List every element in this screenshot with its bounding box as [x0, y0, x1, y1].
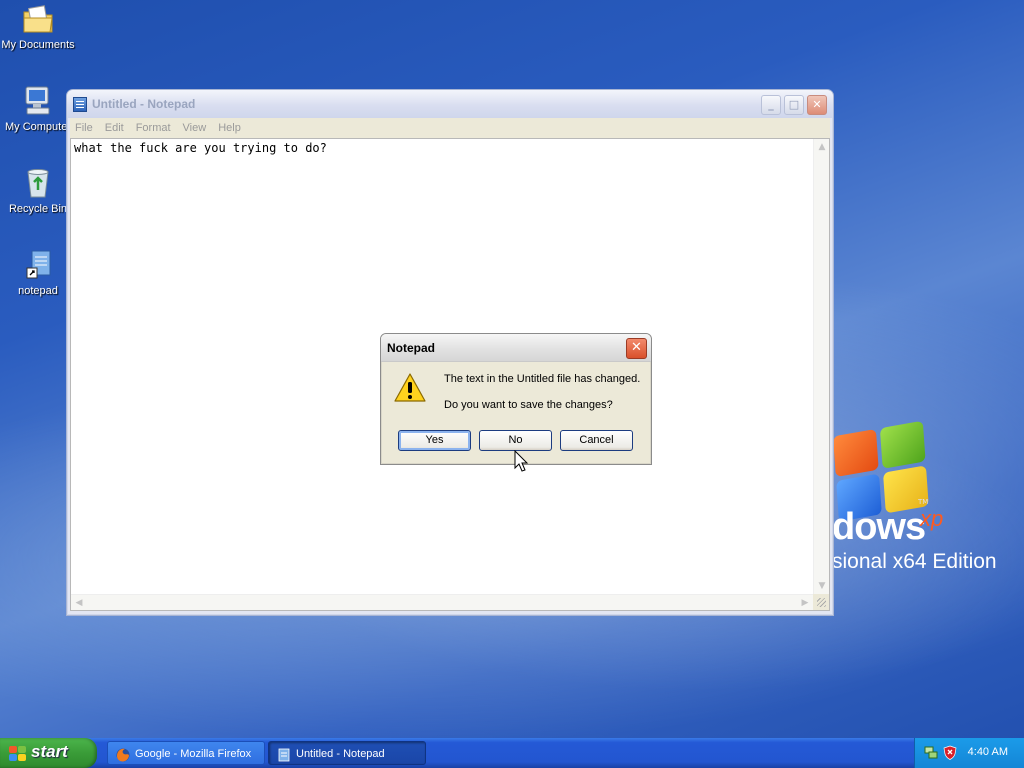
desktop-icon-notepad[interactable]: notepad: [0, 248, 76, 297]
no-button[interactable]: No: [479, 430, 552, 451]
windows-flag-icon: [9, 746, 26, 761]
menu-file[interactable]: File: [75, 122, 93, 134]
dialog-message-line1: The text in the Untitled file has change…: [444, 373, 641, 385]
folder-documents-icon: [21, 2, 55, 36]
mouse-cursor-icon: [514, 449, 530, 474]
menu-view[interactable]: View: [183, 122, 207, 134]
scroll-left-icon[interactable]: ◀: [71, 595, 87, 611]
desktop-icon-recycle-bin[interactable]: Recycle Bin: [0, 166, 76, 215]
save-changes-dialog[interactable]: Notepad ✕ The text in the Untitled file …: [380, 333, 652, 465]
minimize-button[interactable]: _: [761, 95, 781, 115]
start-label: start: [31, 742, 68, 761]
security-shield-icon[interactable]: [943, 745, 957, 760]
scroll-right-icon[interactable]: ▶: [797, 595, 813, 611]
menu-help[interactable]: Help: [218, 122, 241, 134]
windows-xp-logo: dows TM xp sional x64 Edition: [832, 420, 1024, 584]
horizontal-scrollbar[interactable]: ◀ ▶: [71, 594, 813, 610]
scroll-up-icon[interactable]: ▲: [814, 139, 830, 155]
desktop-icon-my-documents[interactable]: My Documents: [0, 2, 76, 51]
clock[interactable]: 4:40 AM: [968, 746, 1008, 758]
size-grip[interactable]: [813, 594, 829, 610]
taskbar: start Google - Mozilla Firefox Untitled …: [0, 738, 1024, 768]
maximize-button[interactable]: □: [784, 95, 804, 115]
notepad-titlebar[interactable]: Untitled - Notepad _ □ ✕: [67, 90, 833, 118]
minimize-icon: _: [768, 98, 774, 111]
warning-icon: [394, 373, 426, 403]
computer-icon: [21, 84, 55, 118]
close-button[interactable]: ✕: [807, 95, 827, 115]
window-title: Untitled - Notepad: [92, 97, 196, 111]
dialog-message-line2: Do you want to save the changes?: [444, 399, 613, 411]
maximize-icon: □: [788, 98, 800, 111]
logo-edition: sional x64 Edition: [832, 550, 997, 573]
dialog-close-button[interactable]: ✕: [626, 338, 647, 359]
notepad-shortcut-icon: [21, 248, 55, 282]
notepad-icon: [277, 747, 291, 762]
logo-trademark: TM: [918, 498, 929, 506]
menu-edit[interactable]: Edit: [105, 122, 124, 134]
close-icon: ✕: [812, 98, 822, 111]
scroll-down-icon[interactable]: ▼: [814, 578, 830, 594]
menu-format[interactable]: Format: [136, 122, 171, 134]
desktop-icon-label: My Documents: [1, 39, 75, 51]
firefox-icon: [116, 747, 130, 762]
taskbar-item-firefox[interactable]: Google - Mozilla Firefox: [107, 741, 265, 765]
cancel-button[interactable]: Cancel: [560, 430, 633, 451]
start-button[interactable]: start: [0, 738, 97, 768]
taskbar-item-label: Untitled - Notepad: [296, 748, 385, 760]
network-icon[interactable]: [924, 745, 938, 760]
dialog-titlebar[interactable]: Notepad ✕: [381, 334, 651, 362]
desktop-icon-my-computer[interactable]: My Computer: [0, 84, 76, 133]
desktop-icon-label: notepad: [18, 285, 58, 297]
menu-bar: File Edit Format View Help: [70, 118, 830, 138]
desktop-icon-label: My Computer: [4, 121, 72, 133]
logo-superscript: xp: [920, 506, 944, 531]
taskbar-item-label: Google - Mozilla Firefox: [135, 748, 252, 760]
yes-button[interactable]: Yes: [398, 430, 471, 451]
logo-text: dows: [832, 506, 926, 548]
editor-content: what the fuck are you trying to do?: [74, 141, 327, 155]
taskbar-item-notepad[interactable]: Untitled - Notepad: [268, 741, 426, 765]
recycle-bin-icon: [21, 166, 55, 200]
system-tray: 4:40 AM: [914, 738, 1024, 768]
desktop-icon-label: Recycle Bin: [8, 203, 68, 215]
dialog-title: Notepad: [387, 341, 435, 355]
vertical-scrollbar[interactable]: ▲ ▼: [813, 139, 829, 594]
close-icon: ✕: [631, 340, 642, 355]
notepad-icon: [73, 97, 87, 112]
